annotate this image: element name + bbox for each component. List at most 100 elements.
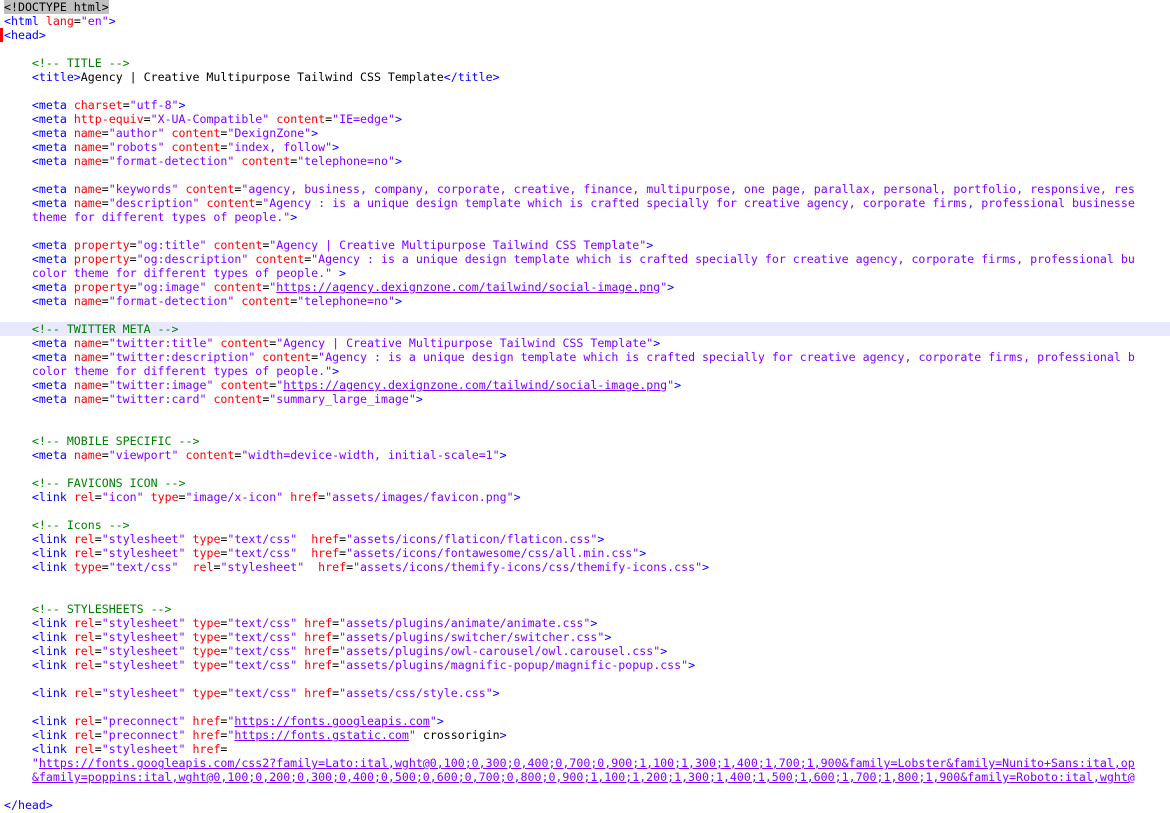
attribute-token: rel — [73, 742, 95, 756]
attribute-token: content — [171, 140, 221, 154]
code-line[interactable]: <link rel="stylesheet" type="text/css" h… — [0, 616, 1170, 630]
string-token: "text/css" — [227, 616, 298, 630]
code-line[interactable]: <link rel="stylesheet" type="text/css" h… — [0, 658, 1170, 672]
string-token: "text/css" — [227, 546, 298, 560]
code-line[interactable] — [0, 672, 1170, 686]
code-line[interactable] — [0, 168, 1170, 182]
tag-token: > — [702, 560, 710, 574]
code-line[interactable]: <link rel="stylesheet" type="text/css" h… — [0, 532, 1170, 546]
string-token: " — [408, 728, 416, 742]
url-token[interactable]: https://agency.dexignzone.com/tailwind/s… — [283, 378, 667, 392]
code-line[interactable] — [0, 308, 1170, 322]
code-line[interactable]: <meta name="viewport" content="width=dev… — [0, 448, 1170, 462]
code-line[interactable] — [0, 84, 1170, 98]
tag-token: > — [290, 210, 298, 224]
code-line[interactable]: <meta name="description" content="Agency… — [0, 196, 1170, 210]
code-line[interactable] — [0, 588, 1170, 602]
code-line[interactable]: <meta name="format-detection" content="t… — [0, 294, 1170, 308]
code-line[interactable]: </head> — [0, 798, 1170, 812]
text-token: = — [101, 140, 109, 154]
text-token: = — [129, 252, 137, 266]
text-token: = — [101, 182, 109, 196]
code-line[interactable]: color theme for different types of peopl… — [0, 364, 1170, 378]
url-token[interactable]: https://fonts.googleapis.com/css2?family… — [39, 756, 1135, 770]
attribute-token: content — [276, 112, 326, 126]
code-line[interactable]: <meta charset="utf-8"> — [0, 98, 1170, 112]
code-line[interactable] — [0, 462, 1170, 476]
code-line[interactable] — [0, 504, 1170, 518]
code-line[interactable]: &family=poppins:ital,wght@0,100;0,200;0,… — [0, 770, 1170, 784]
attribute-token: type — [192, 532, 221, 546]
code-line[interactable]: <!-- TITLE --> — [0, 56, 1170, 70]
code-line[interactable] — [0, 420, 1170, 434]
code-line[interactable]: <title>Agency | Creative Multipurpose Ta… — [0, 70, 1170, 84]
code-line[interactable] — [0, 406, 1170, 420]
code-line[interactable]: <!-- Icons --> — [0, 518, 1170, 532]
tag-token: > — [394, 294, 402, 308]
code-line[interactable]: <meta property="og:title" content="Agenc… — [0, 238, 1170, 252]
code-line[interactable]: <!DOCTYPE html> — [0, 0, 1170, 14]
text-token: = — [122, 98, 130, 112]
code-line[interactable]: <meta name="keywords" content="agency, b… — [0, 182, 1170, 196]
code-line[interactable]: <meta name="author" content="DexignZone"… — [0, 126, 1170, 140]
code-line[interactable]: <link rel="stylesheet" type="text/css" h… — [0, 630, 1170, 644]
attribute-token: type — [192, 630, 221, 644]
code-line[interactable] — [0, 700, 1170, 714]
code-line[interactable]: <link rel="stylesheet" type="text/css" h… — [0, 546, 1170, 560]
string-token: "width=device-width, initial-scale=1" — [241, 448, 500, 462]
tag-token: > — [590, 616, 598, 630]
code-line[interactable]: <meta name="format-detection" content="t… — [0, 154, 1170, 168]
code-line[interactable]: <head> — [0, 28, 1170, 42]
comment-token: <!-- MOBILE SPECIFIC --> — [31, 434, 200, 448]
tag-token: <html — [4, 14, 46, 28]
code-line[interactable]: <!-- FAVICONS ICON --> — [0, 476, 1170, 490]
code-line[interactable]: <meta name="twitter:description" content… — [0, 350, 1170, 364]
url-token[interactable]: &family=poppins:ital,wght@0,100;0,200;0,… — [32, 770, 1135, 784]
code-line[interactable]: <meta property="og:image" content="https… — [0, 280, 1170, 294]
code-line[interactable]: <meta name="twitter:image" content="http… — [0, 378, 1170, 392]
text-token: = — [101, 392, 109, 406]
code-line[interactable] — [0, 224, 1170, 238]
code-line[interactable]: color theme for different types of peopl… — [0, 266, 1170, 280]
code-editor[interactable]: <!DOCTYPE html> <html lang="en"> <head> <!… — [0, 0, 1170, 813]
text-token: = — [94, 658, 102, 672]
code-line[interactable]: <meta property="og:description" content=… — [0, 252, 1170, 266]
text-token: = — [101, 336, 109, 350]
string-token: "twitter:image" — [108, 378, 214, 392]
code-line[interactable]: <!-- MOBILE SPECIFIC --> — [0, 434, 1170, 448]
code-line[interactable] — [0, 574, 1170, 588]
code-line[interactable]: <!-- TWITTER META --> — [0, 322, 1170, 336]
code-line[interactable]: <meta name="twitter:title" content="Agen… — [0, 336, 1170, 350]
code-line[interactable]: <link rel="stylesheet" href= — [0, 742, 1170, 756]
url-token[interactable]: https://fonts.googleapis.com — [234, 714, 429, 728]
code-line[interactable]: <link type="text/css" rel="stylesheet" h… — [0, 560, 1170, 574]
code-line[interactable]: <link rel="stylesheet" type="text/css" h… — [0, 644, 1170, 658]
code-line[interactable] — [0, 784, 1170, 798]
code-line[interactable]: <html lang="en"> — [0, 14, 1170, 28]
code-line[interactable]: <meta name="robots" content="index, foll… — [0, 140, 1170, 154]
url-token[interactable]: https://fonts.gstatic.com — [234, 728, 409, 742]
attribute-token: content — [220, 378, 270, 392]
code-line[interactable]: "https://fonts.googleapis.com/css2?famil… — [0, 756, 1170, 770]
code-line[interactable]: <meta name="twitter:card" content="summa… — [0, 392, 1170, 406]
code-line[interactable]: <link rel="icon" type="image/x-icon" hre… — [0, 490, 1170, 504]
code-line[interactable]: <link rel="preconnect" href="https://fon… — [0, 728, 1170, 742]
code-line[interactable] — [0, 42, 1170, 56]
code-line[interactable]: <!-- STYLESHEETS --> — [0, 602, 1170, 616]
code-line[interactable]: <link rel="stylesheet" type="text/css" h… — [0, 686, 1170, 700]
tag-token: > — [492, 686, 500, 700]
code-line[interactable]: <meta http-equiv="X-UA-Compatible" conte… — [0, 112, 1170, 126]
attribute-token: name — [73, 154, 102, 168]
url-token[interactable]: https://agency.dexignzone.com/tailwind/s… — [276, 280, 660, 294]
attribute-token: name — [73, 448, 102, 462]
code-line[interactable]: theme for different types of people."> — [0, 210, 1170, 224]
code-line[interactable]: <link rel="preconnect" href="https://fon… — [0, 714, 1170, 728]
attribute-token: content — [241, 294, 291, 308]
attribute-token: rel — [73, 686, 95, 700]
string-token: "DexignZone" — [227, 126, 312, 140]
